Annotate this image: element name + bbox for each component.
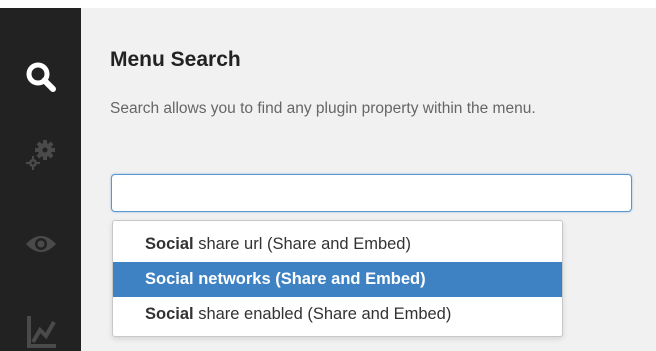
suggestion-item[interactable]: Social share url (Share and Embed) [113,227,562,262]
suggestion-rest-text: share url (Share and Embed) [193,235,411,253]
sidebar [0,8,81,351]
menu-search-input[interactable] [111,174,632,212]
suggestion-item-selected[interactable]: Social networks (Share and Embed) [113,262,562,297]
suggestion-match-text: Social [145,305,194,323]
search-suggestions-dropdown: Social share url (Share and Embed) Socia… [112,220,563,337]
suggestion-match-text: Social [145,270,194,288]
suggestion-rest-text: share enabled (Share and Embed) [193,305,452,323]
gears-icon[interactable] [0,138,81,172]
search-icon[interactable] [0,60,81,94]
suggestion-item[interactable]: Social share enabled (Share and Embed) [113,297,562,332]
eye-icon[interactable] [0,232,81,256]
chart-icon[interactable] [0,314,81,348]
suggestion-match-text: Social [145,235,194,253]
panel-description: Search allows you to find any plugin pro… [110,100,536,117]
menu-search-panel: Menu Search Search allows you to find an… [81,8,656,351]
top-strip [0,0,656,8]
suggestion-rest-text: networks (Share and Embed) [193,270,426,288]
panel-title: Menu Search [110,48,241,71]
